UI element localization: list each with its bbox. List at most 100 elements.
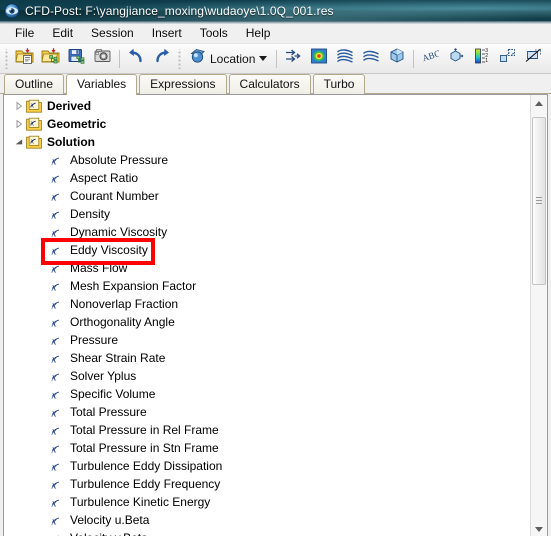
tree-item-variable[interactable]: x Nonoverlap Fraction xyxy=(4,295,530,313)
eye-icon xyxy=(4,2,20,19)
variable-icon: x xyxy=(50,225,64,239)
variable-icon: x xyxy=(50,279,64,293)
tree-group-geometric[interactable]: x Geometric xyxy=(4,115,530,133)
window-title: CFD-Post: F:\yangjiance_moxing\wudaoye\1… xyxy=(25,3,334,18)
redo-button[interactable] xyxy=(149,46,175,71)
coordinate-frame-button[interactable] xyxy=(443,46,469,71)
tree-item-variable[interactable]: x Absolute Pressure xyxy=(4,151,530,169)
color-map-button[interactable] xyxy=(547,46,551,71)
tree-item-label: Pressure xyxy=(70,333,119,347)
tree-item-variable[interactable]: x Turbulence Eddy Dissipation xyxy=(4,457,530,475)
volume-render-button[interactable] xyxy=(384,46,410,71)
tab-outline[interactable]: Outline xyxy=(4,74,65,94)
tree-item-variable[interactable]: x Velocity v.Beta xyxy=(4,529,530,536)
location-dropdown[interactable]: Location xyxy=(185,46,273,71)
tree-group-derived[interactable]: x Derived xyxy=(4,97,530,115)
toolbar-grip-2[interactable] xyxy=(177,48,183,69)
tree-item-label: Orthogonality Angle xyxy=(70,315,175,329)
tree-item-variable[interactable]: x Velocity u.Beta xyxy=(4,511,530,529)
tab-calculators[interactable]: Calculators xyxy=(228,74,311,94)
legend-icon: 3 2 1 xyxy=(473,47,491,70)
variable-icon: x xyxy=(50,333,64,347)
tab-turbo[interactable]: Turbo xyxy=(312,74,366,94)
tree-item-variable[interactable]: x Total Pressure in Rel Frame xyxy=(4,421,530,439)
menu-file[interactable]: File xyxy=(6,25,43,42)
menu-help[interactable]: Help xyxy=(237,25,280,42)
tree-item-label: Density xyxy=(70,207,111,221)
location-icon xyxy=(189,47,207,70)
tree-item-variable[interactable]: x Mesh Expansion Factor xyxy=(4,277,530,295)
tree-group-label: Geometric xyxy=(47,117,107,131)
tree-group-solution[interactable]: x Solution xyxy=(4,133,530,151)
menu-tools[interactable]: Tools xyxy=(191,25,237,42)
vector-button[interactable] xyxy=(280,46,306,71)
variable-icon: x xyxy=(50,405,64,419)
tree-item-variable[interactable]: x Specific Volume xyxy=(4,385,530,403)
variable-icon: x xyxy=(50,369,64,383)
vertical-scrollbar[interactable] xyxy=(530,95,547,536)
snapshot-button[interactable] xyxy=(90,46,116,71)
scroll-up-button[interactable] xyxy=(531,95,547,112)
tree-item-variable[interactable]: x Mass Flow xyxy=(4,259,530,277)
clip-plane-button[interactable] xyxy=(521,46,547,71)
panel-tabs: Outline Variables Expressions Calculator… xyxy=(0,74,551,95)
expanded-triangle-icon[interactable] xyxy=(12,133,26,151)
chevron-down-icon[interactable] xyxy=(259,56,268,61)
variables-tree[interactable]: x Derived x Geometric x Solution x Absol… xyxy=(4,95,530,536)
tree-item-variable[interactable]: x Shear Strain Rate xyxy=(4,349,530,367)
load-state-button[interactable] xyxy=(38,46,64,71)
undo-button[interactable] xyxy=(123,46,149,71)
variable-icon: x xyxy=(50,315,64,329)
legend-button[interactable]: 3 2 1 xyxy=(469,46,495,71)
toolbar-grip[interactable] xyxy=(4,48,10,69)
variable-icon: x xyxy=(50,477,64,491)
tree-item-variable[interactable]: x Orthogonality Angle xyxy=(4,313,530,331)
tree-item-variable[interactable]: x Courant Number xyxy=(4,187,530,205)
tree-item-variable[interactable]: x Total Pressure xyxy=(4,403,530,421)
streamline-button[interactable] xyxy=(332,46,358,71)
instancing-transform-button[interactable] xyxy=(495,46,521,71)
variable-icon: x xyxy=(50,513,64,527)
save-state-button[interactable] xyxy=(64,46,90,71)
contour-button[interactable] xyxy=(306,46,332,71)
tree-item-variable[interactable]: x Total Pressure in Stn Frame xyxy=(4,439,530,457)
collapsed-triangle-icon[interactable] xyxy=(12,97,26,115)
tree-item-variable[interactable]: x Turbulence Kinetic Energy xyxy=(4,493,530,511)
collapsed-triangle-icon[interactable] xyxy=(12,115,26,133)
undo-icon xyxy=(126,47,146,70)
tree-item-label: Velocity u.Beta xyxy=(70,513,150,527)
variable-icon: x xyxy=(50,531,64,536)
tree-item-variable[interactable]: x Turbulence Eddy Frequency xyxy=(4,475,530,493)
tree-item-label: Total Pressure in Stn Frame xyxy=(70,441,219,455)
tree-item-label: Dynamic Viscosity xyxy=(70,225,168,239)
variable-folder-icon: x xyxy=(26,117,42,131)
menu-edit[interactable]: Edit xyxy=(43,25,82,42)
tree-item-variable[interactable]: x Pressure xyxy=(4,331,530,349)
tree-item-label: Turbulence Eddy Frequency xyxy=(70,477,221,491)
menu-insert[interactable]: Insert xyxy=(143,25,191,42)
tree-item-variable[interactable]: x Dynamic Viscosity xyxy=(4,223,530,241)
tab-expressions[interactable]: Expressions xyxy=(139,74,227,94)
vector-icon xyxy=(284,47,302,70)
variable-icon: x xyxy=(50,423,64,437)
tree-item-variable[interactable]: x Aspect Ratio xyxy=(4,169,530,187)
tree-item-variable[interactable]: x Eddy Viscosity xyxy=(4,241,530,259)
variable-icon: x xyxy=(50,207,64,221)
tree-item-label: Mesh Expansion Factor xyxy=(70,279,197,293)
scroll-down-button[interactable] xyxy=(531,521,547,536)
menubar: File Edit Session Insert Tools Help xyxy=(0,24,551,44)
tree-item-label: Eddy Viscosity xyxy=(70,243,148,257)
tab-variables[interactable]: Variables xyxy=(66,74,138,95)
variable-icon: x xyxy=(50,261,64,275)
load-results-button[interactable] xyxy=(12,46,38,71)
tree-item-variable[interactable]: x Density xyxy=(4,205,530,223)
menu-session[interactable]: Session xyxy=(82,25,143,42)
tree-item-label: Specific Volume xyxy=(70,387,156,401)
text-button[interactable]: ABC xyxy=(417,46,443,71)
scrollbar-thumb[interactable] xyxy=(532,117,546,285)
particle-track-button[interactable] xyxy=(358,46,384,71)
tree-item-variable[interactable]: x Solver Yplus xyxy=(4,367,530,385)
tree-item-label: Turbulence Kinetic Energy xyxy=(70,495,211,509)
svg-text:1: 1 xyxy=(486,58,489,64)
particle-track-icon xyxy=(362,47,380,70)
